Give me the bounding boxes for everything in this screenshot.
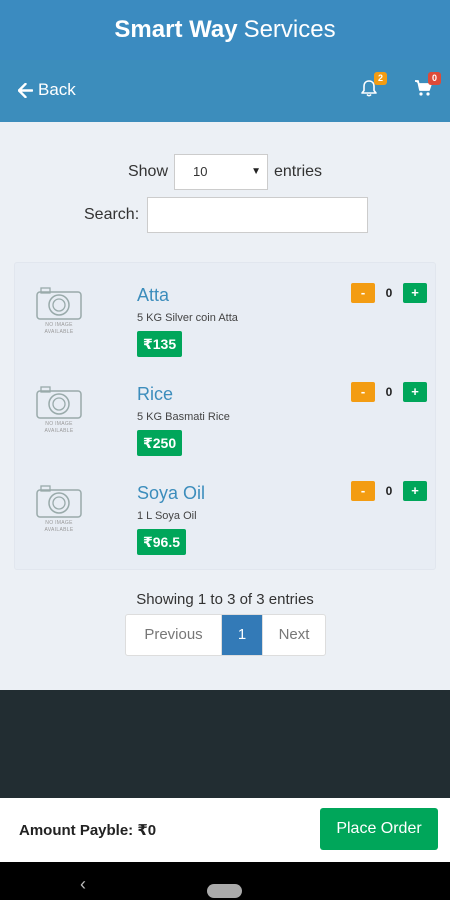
quantity-stepper: - 0 +: [351, 283, 429, 305]
place-order-button[interactable]: Place Order: [320, 808, 438, 850]
product-name[interactable]: Atta: [137, 285, 169, 306]
price-badge: ₹96.5: [137, 529, 186, 555]
previous-page-button[interactable]: Previous: [126, 615, 222, 655]
next-page-button[interactable]: Next: [262, 615, 325, 655]
back-label: Back: [38, 80, 76, 99]
show-label: Show: [127, 163, 168, 180]
decrease-quantity-button[interactable]: -: [351, 283, 375, 303]
arrow-left-icon: [18, 82, 33, 98]
system-home-handle[interactable]: [207, 884, 242, 898]
no-image-placeholder: NO IMAGE AVAILABLE: [31, 285, 87, 341]
product-name[interactable]: Rice: [137, 384, 173, 405]
camera-icon: [36, 287, 82, 320]
quantity-value: 0: [385, 286, 393, 300]
increase-quantity-button[interactable]: +: [403, 382, 427, 402]
pagination: Previous 1 Next: [125, 614, 326, 656]
back-button[interactable]: Back: [18, 80, 76, 100]
camera-icon: [36, 386, 82, 419]
search-row: Search:: [84, 197, 369, 233]
no-image-text: NO IMAGE AVAILABLE: [44, 421, 74, 434]
decrease-quantity-button[interactable]: -: [351, 481, 375, 501]
decrease-quantity-button[interactable]: -: [351, 382, 375, 402]
chevron-down-icon: ▼: [251, 166, 261, 177]
quantity-value: 0: [385, 385, 393, 399]
no-image-text: NO IMAGE AVAILABLE: [44, 322, 74, 335]
amount-payable: Amount Payble: ₹0: [19, 822, 157, 839]
quantity-stepper: - 0 +: [351, 481, 429, 503]
current-page-button[interactable]: 1: [222, 615, 262, 655]
order-bar: Amount Payble: ₹0 Place Order: [0, 798, 450, 862]
product-list: NO IMAGE AVAILABLE Atta 5 KG Silver coin…: [14, 262, 436, 570]
no-image-text: NO IMAGE AVAILABLE: [44, 520, 74, 533]
notifications-badge: 2: [374, 72, 387, 85]
increase-quantity-button[interactable]: +: [403, 283, 427, 303]
search-label: Search:: [84, 206, 140, 223]
quantity-stepper: - 0 +: [351, 382, 429, 404]
quantity-value: 0: [385, 484, 393, 498]
app-title-bold: Smart Way: [114, 16, 238, 43]
app-title-light: Services: [243, 16, 336, 43]
cart-button[interactable]: 0: [414, 72, 441, 102]
no-image-placeholder: NO IMAGE AVAILABLE: [31, 384, 87, 440]
notifications-button[interactable]: 2: [360, 72, 387, 103]
no-image-placeholder: NO IMAGE AVAILABLE: [31, 483, 87, 539]
system-navigation-bar: ‹: [0, 862, 450, 900]
page-size-value: 10: [193, 164, 208, 179]
product-description: 5 KG Silver coin Atta: [137, 312, 238, 324]
footer-area: [0, 690, 450, 798]
increase-quantity-button[interactable]: +: [403, 481, 427, 501]
entries-label: entries: [274, 163, 323, 180]
product-description: 1 L Soya Oil: [137, 510, 197, 522]
show-entries-row: Show 10 ▼ entries: [0, 154, 450, 190]
cart-badge: 0: [428, 72, 441, 85]
price-badge: ₹135: [137, 331, 183, 357]
search-input[interactable]: [147, 197, 369, 233]
product-name[interactable]: Soya Oil: [137, 483, 205, 504]
product-item: NO IMAGE AVAILABLE Rice 5 KG Basmati Ric…: [15, 362, 437, 462]
system-back-icon[interactable]: ‹: [80, 874, 86, 895]
price-badge: ₹250: [137, 430, 183, 456]
product-description: 5 KG Basmati Rice: [137, 411, 230, 423]
camera-icon: [36, 485, 82, 518]
app-title-bar: Smart Way Services: [0, 0, 450, 60]
nav-bar: Back 2 0: [0, 60, 450, 122]
product-item: NO IMAGE AVAILABLE Atta 5 KG Silver coin…: [15, 263, 437, 363]
product-item: NO IMAGE AVAILABLE Soya Oil 1 L Soya Oil…: [15, 461, 437, 561]
pagination-info: Showing 1 to 3 of 3 entries: [136, 591, 314, 608]
page-size-select[interactable]: 10 ▼: [174, 154, 268, 190]
